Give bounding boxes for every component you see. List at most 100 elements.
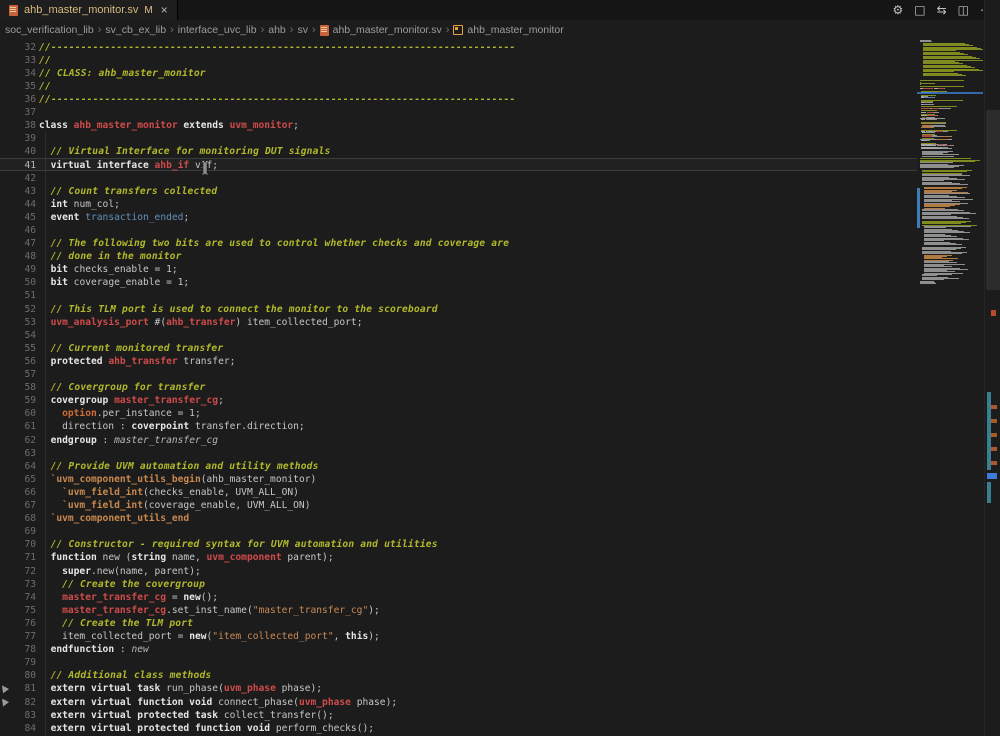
open-changes-icon[interactable]: ⇆ bbox=[937, 4, 947, 16]
code-line-79[interactable]: 79 bbox=[0, 656, 917, 669]
code-line-37[interactable]: 37 bbox=[0, 106, 917, 119]
line-number[interactable]: 43 bbox=[0, 185, 36, 198]
code-line-78[interactable]: 78 endfunction : new bbox=[0, 643, 917, 656]
line-number[interactable]: 61 bbox=[0, 420, 36, 433]
code-line-56[interactable]: 56 protected ahb_transfer transfer; bbox=[0, 355, 917, 368]
line-number[interactable]: 50 bbox=[0, 276, 36, 289]
code-line-67[interactable]: 67 `uvm_field_int(coverage_enable, UVM_A… bbox=[0, 499, 917, 512]
line-number[interactable]: 62 bbox=[0, 434, 36, 447]
code-line-51[interactable]: 51 bbox=[0, 289, 917, 302]
line-number[interactable]: 32 bbox=[0, 41, 36, 54]
code-line-83[interactable]: 83 extern virtual protected task collect… bbox=[0, 709, 917, 722]
line-number[interactable]: 37 bbox=[0, 106, 36, 119]
code-line-62[interactable]: 62 endgroup : master_transfer_cg bbox=[0, 434, 917, 447]
line-number[interactable]: 64 bbox=[0, 460, 36, 473]
code-line-71[interactable]: 71 function new (string name, uvm_compon… bbox=[0, 551, 917, 564]
code-line-40[interactable]: 40 // Virtual Interface for monitoring D… bbox=[0, 145, 917, 158]
scrollbar-overview-ruler[interactable] bbox=[984, 0, 1000, 736]
code-line-82[interactable]: 82 extern virtual function void connect_… bbox=[0, 696, 917, 709]
line-number[interactable]: 80 bbox=[0, 669, 36, 682]
code-line-54[interactable]: 54 bbox=[0, 329, 917, 342]
line-number[interactable]: 67 bbox=[0, 499, 36, 512]
code-line-49[interactable]: 49 bit checks_enable = 1; bbox=[0, 263, 917, 276]
line-number[interactable]: 49 bbox=[0, 263, 36, 276]
code-editor[interactable]: 32//------------------------------------… bbox=[0, 0, 917, 736]
code-line-53[interactable]: 53 uvm_analysis_port #(ahb_transfer) ite… bbox=[0, 316, 917, 329]
line-number[interactable]: 40 bbox=[0, 145, 36, 158]
code-line-69[interactable]: 69 bbox=[0, 525, 917, 538]
line-number[interactable]: 65 bbox=[0, 473, 36, 486]
line-number[interactable]: 73 bbox=[0, 578, 36, 591]
code-line-70[interactable]: 70 // Constructor - required syntax for … bbox=[0, 538, 917, 551]
code-line-72[interactable]: 72 super.new(name, parent); bbox=[0, 565, 917, 578]
code-line-52[interactable]: 52 // This TLM port is used to connect t… bbox=[0, 303, 917, 316]
line-number[interactable]: 71 bbox=[0, 551, 36, 564]
line-number[interactable]: 78 bbox=[0, 643, 36, 656]
code-line-38[interactable]: 38class ahb_master_monitor extends uvm_m… bbox=[0, 119, 917, 132]
line-number[interactable]: 35 bbox=[0, 80, 36, 93]
code-line-63[interactable]: 63 bbox=[0, 447, 917, 460]
code-line-64[interactable]: 64 // Provide UVM automation and utility… bbox=[0, 460, 917, 473]
code-line-35[interactable]: 35// bbox=[0, 80, 917, 93]
line-number[interactable]: 57 bbox=[0, 368, 36, 381]
code-line-39[interactable]: 39 bbox=[0, 132, 917, 145]
code-line-80[interactable]: 80 // Additional class methods bbox=[0, 669, 917, 682]
line-number[interactable]: 48 bbox=[0, 250, 36, 263]
line-number[interactable]: 77 bbox=[0, 630, 36, 643]
line-number[interactable]: 72 bbox=[0, 565, 36, 578]
line-number[interactable]: 56 bbox=[0, 355, 36, 368]
line-number[interactable]: 45 bbox=[0, 211, 36, 224]
line-number[interactable]: 75 bbox=[0, 604, 36, 617]
code-line-48[interactable]: 48 // done in the monitor bbox=[0, 250, 917, 263]
line-number[interactable]: 60 bbox=[0, 407, 36, 420]
code-line-41[interactable]: 41 virtual interface ahb_if vif; bbox=[0, 158, 917, 171]
code-line-32[interactable]: 32//------------------------------------… bbox=[0, 41, 917, 54]
code-line-65[interactable]: 65 `uvm_component_utils_begin(ahb_master… bbox=[0, 473, 917, 486]
code-line-42[interactable]: 42 bbox=[0, 172, 917, 185]
line-number[interactable]: 69 bbox=[0, 525, 36, 538]
code-line-76[interactable]: 76 // Create the TLM port bbox=[0, 617, 917, 630]
code-line-74[interactable]: 74 master_transfer_cg = new(); bbox=[0, 591, 917, 604]
code-line-43[interactable]: 43 // Count transfers collected bbox=[0, 185, 917, 198]
code-line-34[interactable]: 34// CLASS: ahb_master_monitor bbox=[0, 67, 917, 80]
code-line-57[interactable]: 57 bbox=[0, 368, 917, 381]
code-line-75[interactable]: 75 master_transfer_cg.set_inst_name("mas… bbox=[0, 604, 917, 617]
line-number[interactable]: 84 bbox=[0, 722, 36, 735]
line-number[interactable]: 42 bbox=[0, 172, 36, 185]
split-editor-icon[interactable]: ◫ bbox=[958, 4, 969, 16]
line-number[interactable]: 83 bbox=[0, 709, 36, 722]
line-number[interactable]: 51 bbox=[0, 289, 36, 302]
line-number[interactable]: 82 bbox=[0, 696, 36, 709]
line-number[interactable]: 36 bbox=[0, 93, 36, 106]
code-line-61[interactable]: 61 direction : coverpoint transfer.direc… bbox=[0, 420, 917, 433]
code-line-73[interactable]: 73 // Create the covergroup bbox=[0, 578, 917, 591]
code-line-36[interactable]: 36//------------------------------------… bbox=[0, 93, 917, 106]
line-number[interactable]: 74 bbox=[0, 591, 36, 604]
line-number[interactable]: 33 bbox=[0, 54, 36, 67]
line-number[interactable]: 38 bbox=[0, 119, 36, 132]
line-number[interactable]: 66 bbox=[0, 486, 36, 499]
code-line-44[interactable]: 44 int num_col; bbox=[0, 198, 917, 211]
code-line-58[interactable]: 58 // Covergroup for transfer bbox=[0, 381, 917, 394]
line-number[interactable]: 39 bbox=[0, 132, 36, 145]
scrollbar-slider[interactable] bbox=[986, 110, 1000, 290]
line-number[interactable]: 46 bbox=[0, 224, 36, 237]
line-number[interactable]: 81 bbox=[0, 682, 36, 695]
code-line-55[interactable]: 55 // Current monitored transfer bbox=[0, 342, 917, 355]
line-number[interactable]: 76 bbox=[0, 617, 36, 630]
line-number[interactable]: 54 bbox=[0, 329, 36, 342]
line-number[interactable]: 68 bbox=[0, 512, 36, 525]
line-number[interactable]: 52 bbox=[0, 303, 36, 316]
code-line-84[interactable]: 84 extern virtual protected function voi… bbox=[0, 722, 917, 735]
line-number[interactable]: 44 bbox=[0, 198, 36, 211]
code-line-46[interactable]: 46 bbox=[0, 224, 917, 237]
line-number[interactable]: 47 bbox=[0, 237, 36, 250]
line-number[interactable]: 58 bbox=[0, 381, 36, 394]
line-number[interactable]: 55 bbox=[0, 342, 36, 355]
line-number[interactable]: 59 bbox=[0, 394, 36, 407]
code-line-77[interactable]: 77 item_collected_port = new("item_colle… bbox=[0, 630, 917, 643]
line-number[interactable]: 53 bbox=[0, 316, 36, 329]
code-line-68[interactable]: 68 `uvm_component_utils_end bbox=[0, 512, 917, 525]
code-line-60[interactable]: 60 option.per_instance = 1; bbox=[0, 407, 917, 420]
minimap[interactable] bbox=[917, 40, 984, 736]
